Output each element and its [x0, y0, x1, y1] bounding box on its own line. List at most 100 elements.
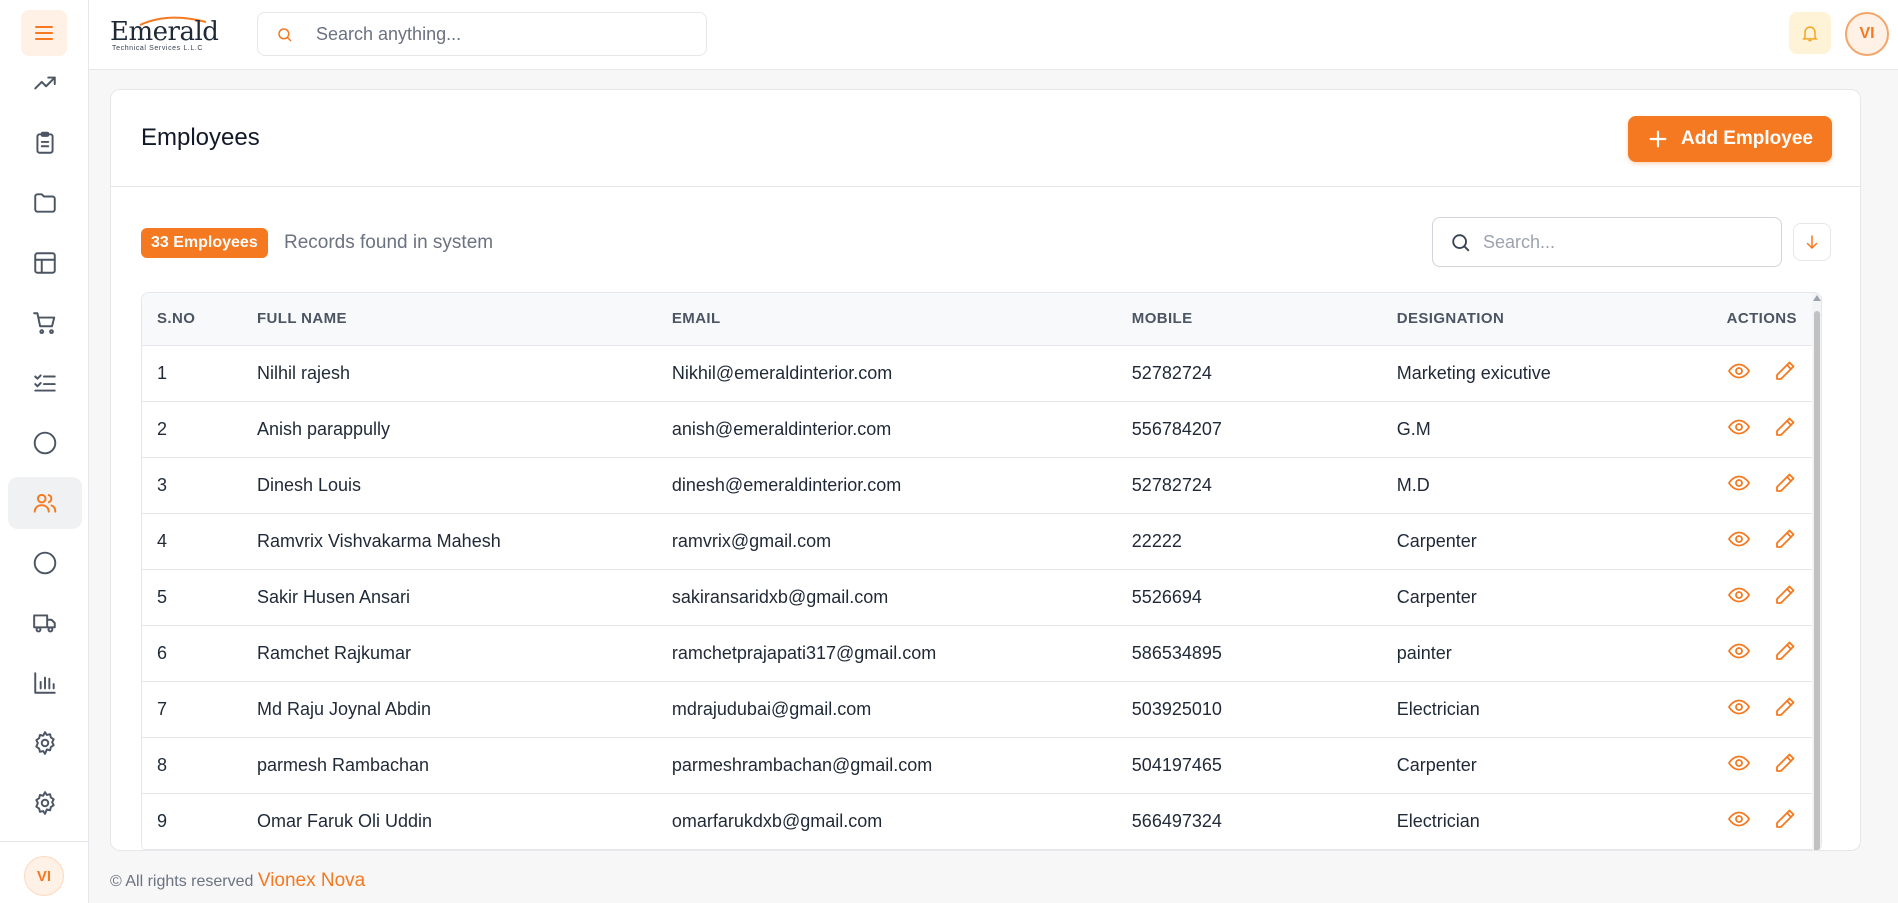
view-button[interactable] — [1727, 807, 1751, 836]
sidebar-avatar[interactable]: VI — [24, 856, 64, 896]
brand-logo[interactable]: Emerald Technical Services L.L.C — [110, 16, 225, 52]
user-avatar[interactable]: VI — [1845, 12, 1889, 56]
sidebar-item-circle-1[interactable] — [8, 417, 82, 469]
layout-icon — [34, 252, 56, 274]
footer-brand-link[interactable]: Vionex Nova — [258, 870, 365, 891]
table-row[interactable]: 2 Anish parappully anish@emeraldinterior.c… — [142, 401, 1812, 457]
table-row[interactable]: 8 parmesh Rambachan parmeshrambachan@gmail… — [142, 737, 1812, 793]
cell-mobile: 566497324 — [1131, 810, 1222, 831]
hamburger-icon — [35, 26, 53, 40]
eye-icon — [1727, 419, 1750, 434]
cell-designation: M.D — [1396, 474, 1430, 495]
cell-actions — [1712, 569, 1812, 625]
truck-icon — [33, 614, 56, 633]
view-button[interactable] — [1727, 359, 1751, 388]
table-search-input[interactable] — [1483, 218, 1773, 266]
view-button[interactable] — [1727, 583, 1751, 612]
table-row[interactable]: 3 Dinesh Louis dinesh@emeraldinterior.com 5… — [142, 457, 1812, 513]
cart-icon — [33, 312, 56, 335]
table-row[interactable]: 5 Sakir Husen Ansari sakiransaridxb@gmail.… — [142, 569, 1812, 625]
edit-button[interactable] — [1773, 471, 1797, 500]
page-title: Employees — [141, 124, 260, 151]
cell-full-name: Sakir Husen Ansari — [256, 586, 411, 607]
cell-sno: 5 — [157, 586, 168, 607]
eye-icon — [1727, 475, 1750, 490]
sidebar-item-settings-1[interactable] — [8, 717, 82, 769]
cell-actions — [1712, 457, 1812, 513]
view-button[interactable] — [1727, 471, 1751, 500]
table-search[interactable] — [1432, 217, 1782, 267]
add-employee-button[interactable]: Add Employee — [1628, 116, 1832, 162]
users-icon — [33, 493, 57, 513]
edit-button[interactable] — [1773, 695, 1797, 724]
menu-toggle-button[interactable] — [21, 10, 67, 56]
scroll-up-arrow-icon[interactable] — [1813, 295, 1821, 301]
sidebar-item-tasks[interactable] — [8, 117, 82, 169]
view-button[interactable] — [1727, 695, 1751, 724]
scrollbar-thumb[interactable] — [1814, 311, 1820, 850]
view-button[interactable] — [1727, 415, 1751, 444]
table-row[interactable]: 6 Ramchet Rajkumar ramchetprajapati317@gma… — [142, 625, 1812, 681]
bell-icon — [1802, 26, 1818, 42]
cell-mobile: 52782724 — [1131, 474, 1212, 495]
sort-button[interactable] — [1793, 223, 1831, 261]
cell-actions — [1712, 345, 1812, 401]
sidebar-item-employees[interactable] — [8, 477, 82, 529]
cell-actions — [1712, 737, 1812, 793]
add-employee-label: Add Employee — [1681, 128, 1813, 149]
table-row[interactable]: 7 Md Raju Joynal Abdin mdrajudubai@gmail.c… — [142, 681, 1812, 737]
view-button[interactable] — [1727, 639, 1751, 668]
edit-button[interactable] — [1773, 583, 1797, 612]
eye-icon — [1727, 811, 1750, 826]
table-row[interactable]: 4 Ramvrix Vishvakarma Mahesh ramvrix@gmail… — [142, 513, 1812, 569]
table-row[interactable]: 9 Omar Faruk Oli Uddin omarfarukdxb@gmail.… — [142, 793, 1812, 849]
notifications-button[interactable] — [1789, 12, 1831, 54]
cell-sno: 3 — [157, 474, 168, 495]
employees-card: Employees Add Employee 33 Employees Reco… — [110, 89, 1861, 851]
global-search[interactable] — [257, 12, 707, 56]
cell-actions — [1712, 681, 1812, 737]
edit-button[interactable] — [1773, 527, 1797, 556]
sidebar-item-layout[interactable] — [8, 237, 82, 289]
cell-designation: G.M — [1396, 418, 1431, 439]
sidebar-item-checklist[interactable] — [8, 357, 82, 409]
sidebar-item-files[interactable] — [8, 177, 82, 229]
edit-button[interactable] — [1773, 359, 1797, 388]
plus-icon — [1649, 130, 1667, 148]
column-header-full-name[interactable]: FULL NAME — [241, 293, 657, 346]
edit-button[interactable] — [1773, 807, 1797, 836]
cell-email: omarfarukdxb@gmail.com — [671, 810, 883, 831]
cell-full-name: Omar Faruk Oli Uddin — [256, 810, 433, 831]
cell-actions — [1712, 401, 1812, 457]
sidebar-item-reports[interactable] — [8, 657, 82, 709]
column-header-email[interactable]: EMAIL — [656, 293, 1117, 346]
employee-count-badge: 33 Employees — [141, 228, 268, 258]
edit-button[interactable] — [1773, 639, 1797, 668]
cell-email: Nikhil@emeraldinterior.com — [671, 362, 893, 383]
circle-icon — [33, 551, 57, 575]
table-row[interactable]: 1 Nilhil rajesh Nikhil@emeraldinterior.com… — [142, 345, 1812, 401]
sidebar-item-delivery[interactable] — [8, 597, 82, 649]
cell-email: sakiransaridxb@gmail.com — [671, 586, 889, 607]
column-header-designation[interactable]: DESIGNATION — [1381, 293, 1712, 346]
view-button[interactable] — [1727, 527, 1751, 556]
pencil-icon — [1775, 753, 1795, 772]
sidebar-item-circle-2[interactable] — [8, 537, 82, 589]
global-search-input[interactable] — [316, 13, 696, 55]
cell-actions — [1712, 625, 1812, 681]
cell-full-name: parmesh Rambachan — [256, 754, 430, 775]
footer-copyright: © All rights reserved — [110, 873, 254, 890]
column-header-sno[interactable]: S.NO — [142, 293, 242, 346]
column-header-mobile[interactable]: MOBILE — [1116, 293, 1382, 346]
sidebar-item-purchases[interactable] — [8, 297, 82, 349]
cell-designation: painter — [1396, 642, 1452, 663]
edit-button[interactable] — [1773, 751, 1797, 780]
pencil-icon — [1775, 361, 1795, 380]
sidebar-item-settings-2[interactable] — [8, 777, 82, 829]
pencil-icon — [1775, 585, 1795, 604]
cell-mobile: 22222 — [1131, 530, 1182, 551]
view-button[interactable] — [1727, 751, 1751, 780]
edit-button[interactable] — [1773, 415, 1797, 444]
table-scrollbar[interactable] — [1812, 293, 1821, 850]
sidebar-item-trends[interactable] — [8, 57, 82, 109]
